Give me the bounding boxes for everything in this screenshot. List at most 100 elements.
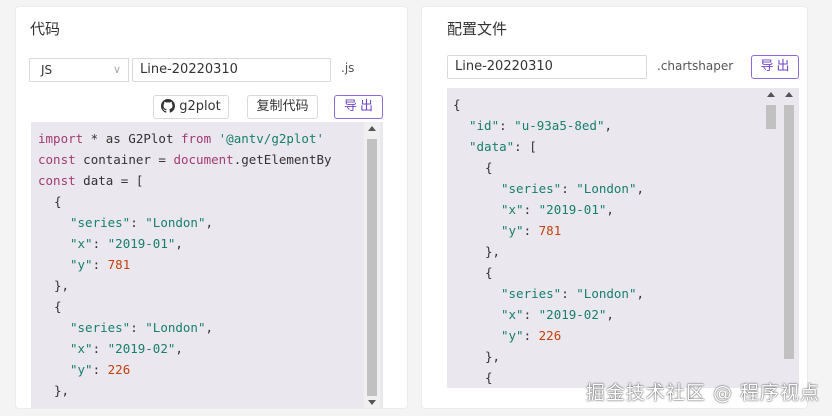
- code-editor[interactable]: }, "y": 226 "x": "2019-02", "series": "Lond…: [31, 122, 383, 408]
- config-editor-scrollbar[interactable]: [781, 88, 797, 388]
- code-line: "x": "2019-02",: [70, 338, 183, 359]
- code-line: "x": "2019-01",: [70, 233, 183, 254]
- code-token: :: [130, 215, 146, 230]
- code-token: ,: [636, 286, 645, 301]
- code-token: "y": [501, 328, 524, 343]
- code-token: :: [499, 118, 515, 133]
- code-token: ,: [606, 202, 614, 217]
- code-token: : [: [514, 139, 537, 154]
- config-panel: 配置文件 Line-20220310 .chartshaper 导出 {}, "y…: [422, 7, 807, 408]
- scroll-thumb[interactable]: [784, 105, 794, 359]
- code-token: "London": [145, 320, 206, 335]
- code-token: document: [173, 152, 234, 167]
- code-token: "series": [70, 215, 131, 230]
- code-line: },: [485, 346, 500, 367]
- scroll-up-icon[interactable]: [767, 92, 775, 97]
- code-token: :: [92, 362, 108, 377]
- code-token: ,: [606, 307, 614, 322]
- code-file-extension: .js: [341, 61, 355, 75]
- code-token: :: [523, 307, 539, 322]
- code-token: "data": [469, 139, 515, 154]
- code-token: const: [38, 152, 76, 167]
- code-token: :: [523, 328, 539, 343]
- language-select[interactable]: JS ∨: [29, 58, 129, 82]
- code-line: "series": "London",: [70, 212, 213, 233]
- code-panel-title: 代码: [30, 20, 61, 38]
- code-editor-scrollbar[interactable]: [364, 122, 380, 408]
- code-token: "series": [501, 181, 562, 196]
- code-line: const data = [: [38, 170, 143, 191]
- code-line: "y": 226: [501, 325, 561, 346]
- code-line: "x": "2019-02",: [501, 304, 614, 325]
- code-token: 226: [538, 328, 562, 343]
- code-token: :: [92, 236, 108, 251]
- scroll-up-icon[interactable]: [785, 92, 793, 97]
- code-line: "y": 781: [70, 254, 130, 275]
- code-token: "x": [501, 202, 524, 217]
- code-token: },: [54, 383, 70, 398]
- scroll-down-icon[interactable]: [368, 400, 376, 405]
- chevron-down-icon: ∨: [112, 63, 121, 76]
- config-editor[interactable]: {}, "y": 226 "x": "2019-02", "series": "Lon…: [447, 88, 799, 388]
- code-line: "series": "London",: [70, 317, 213, 338]
- code-filename-input[interactable]: Line-20220310: [132, 58, 331, 82]
- code-line: "data": [: [469, 136, 537, 157]
- code-token: "2019-01": [107, 236, 176, 251]
- config-filename-input[interactable]: Line-20220310: [447, 55, 647, 79]
- code-token: ,: [205, 320, 214, 335]
- language-select-value: JS: [41, 63, 53, 77]
- code-token: ,: [205, 215, 214, 230]
- scroll-thumb[interactable]: [766, 105, 776, 129]
- code-line: "series": "London",: [501, 283, 644, 304]
- code-token: ,: [175, 341, 183, 356]
- code-token: 781: [107, 257, 131, 272]
- code-line: {: [485, 367, 493, 388]
- code-token: 226: [107, 362, 131, 377]
- code-token: :: [92, 341, 108, 356]
- code-token: const: [38, 173, 76, 188]
- scroll-thumb[interactable]: [367, 139, 377, 396]
- code-token: :: [561, 181, 577, 196]
- code-token: {: [485, 370, 493, 385]
- code-token: data = [: [75, 173, 144, 188]
- code-token: 781: [538, 223, 562, 238]
- code-token: ,: [636, 181, 645, 196]
- code-token: {: [485, 160, 493, 175]
- export-code-button[interactable]: 导出: [334, 95, 383, 119]
- code-token: "x": [70, 341, 93, 356]
- copy-code-button[interactable]: 复制代码: [247, 95, 318, 119]
- code-token: {: [453, 97, 461, 112]
- code-token: "London": [145, 215, 206, 230]
- code-token: '@antv/g2plot': [218, 131, 324, 146]
- code-line: {: [485, 262, 493, 283]
- code-panel: 代码 JS ∨ Line-20220310 .js g2plot 复制代码 导出…: [16, 7, 407, 408]
- code-token: "y": [70, 257, 93, 272]
- code-token: },: [485, 349, 501, 364]
- code-token: },: [485, 244, 501, 259]
- code-line: "y": 226: [70, 359, 130, 380]
- code-token: {: [54, 299, 62, 314]
- code-line: {: [485, 157, 493, 178]
- code-token: "x": [70, 236, 93, 251]
- code-token: "London": [576, 181, 637, 196]
- code-token: "series": [70, 320, 131, 335]
- code-token: "y": [70, 362, 93, 377]
- code-token: :: [130, 320, 146, 335]
- code-token: {: [54, 194, 62, 209]
- config-file-extension: .chartshaper: [657, 59, 734, 73]
- scroll-up-icon[interactable]: [368, 126, 376, 131]
- code-token: ,: [604, 118, 613, 133]
- code-token: "2019-01": [538, 202, 607, 217]
- github-icon: [161, 99, 176, 121]
- code-token: "x": [501, 307, 524, 322]
- code-line: {: [453, 94, 461, 115]
- code-token: * as G2Plot: [83, 131, 181, 146]
- github-button-label: g2plot: [179, 99, 221, 114]
- code-token: import: [38, 131, 84, 146]
- config-editor-scrollbar-left[interactable]: [763, 88, 779, 388]
- code-token: :: [523, 223, 539, 238]
- code-line: },: [54, 275, 69, 296]
- github-g2plot-button[interactable]: g2plot: [153, 95, 229, 119]
- export-config-button[interactable]: 导出: [751, 55, 799, 79]
